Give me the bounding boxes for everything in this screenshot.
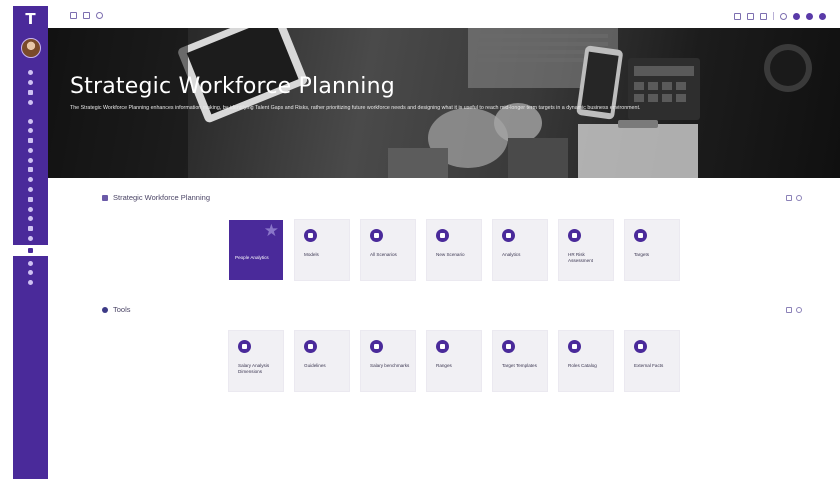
hero-background-image [48, 28, 812, 178]
tile-label: Guidelines [304, 363, 326, 368]
nav-grid-icon[interactable] [28, 89, 33, 95]
ranges-icon [436, 340, 449, 353]
page-title: Strategic Workforce Planning [70, 74, 395, 99]
tile-label: Roles Catalog [568, 363, 597, 368]
tile-label: People Analytics [235, 255, 269, 260]
nav-search-icon[interactable] [28, 147, 33, 153]
app-logo[interactable]: T [13, 6, 48, 32]
tile-models[interactable]: Models [295, 220, 349, 280]
hero-banner: Strategic Workforce Planning The Strateg… [48, 28, 840, 178]
dimensions-icon [238, 340, 251, 353]
nav-list-icon[interactable] [28, 226, 33, 232]
edit-icon[interactable] [786, 307, 792, 313]
tile-label: Salary benchmarks [370, 363, 410, 368]
benchmark-icon [370, 340, 383, 353]
tile-label: External Facts [634, 363, 664, 368]
nav-gear-icon[interactable] [28, 206, 33, 212]
page-description: The Strategic Workforce Planning enhance… [70, 105, 641, 111]
folder-icon [102, 194, 108, 201]
nav-item-active[interactable] [13, 245, 48, 257]
section-planning-title: Strategic Workforce Planning [113, 193, 210, 202]
models-icon [304, 229, 317, 242]
tile-salary-analysis-dimensions[interactable]: Salary Analysis Dimensions [229, 331, 283, 391]
home-icon[interactable] [83, 12, 90, 19]
nav-home-icon[interactable] [28, 70, 33, 76]
nav-info-icon[interactable] [28, 270, 33, 276]
tools-tiles: Salary Analysis Dimensions Guidelines Sa… [229, 331, 691, 391]
star-icon[interactable]: ★ [264, 223, 279, 240]
scenarios-icon [370, 229, 383, 242]
nav-target-icon[interactable] [28, 177, 33, 183]
section-tools-header: Tools [102, 305, 131, 314]
nav-pin-icon[interactable] [28, 216, 33, 222]
nav-help-icon[interactable] [28, 260, 33, 266]
user-menu-icon[interactable] [819, 12, 826, 20]
tile-analytics[interactable]: Analytics [493, 220, 547, 280]
search-icon[interactable] [796, 307, 802, 313]
template-icon [502, 340, 515, 353]
notification-icon[interactable] [96, 12, 103, 19]
tile-new-scenario[interactable]: New Scenario [427, 220, 481, 280]
refresh-icon[interactable] [780, 12, 787, 20]
edit-icon[interactable] [786, 195, 792, 201]
tile-targets[interactable]: Targets [625, 220, 679, 280]
tile-salary-benchmarks[interactable]: Salary benchmarks [361, 331, 415, 391]
share-icon[interactable] [760, 12, 767, 20]
toolbar-divider [773, 12, 774, 20]
tile-label: Salary Analysis Dimensions [238, 363, 270, 374]
tile-label: Targets [634, 252, 650, 257]
nav-team-icon[interactable] [28, 118, 33, 124]
section-tools-tools [786, 307, 802, 313]
tile-label: Analytics [502, 252, 521, 257]
tile-guidelines[interactable]: Guidelines [295, 331, 349, 391]
nav-doc-icon[interactable] [28, 138, 33, 144]
nav-bell-icon[interactable] [28, 235, 33, 241]
risk-icon [568, 229, 581, 242]
analytics-icon [502, 229, 515, 242]
help-icon[interactable] [793, 12, 800, 20]
nav-globe-icon[interactable] [28, 186, 33, 192]
search-icon[interactable] [796, 195, 802, 201]
settings-icon[interactable] [806, 12, 813, 20]
tile-people-analytics[interactable]: ★ People Analytics [229, 220, 283, 280]
guidelines-icon [304, 340, 317, 353]
plus-icon [436, 229, 449, 242]
section-tools-title: Tools [113, 305, 131, 314]
tile-target-templates[interactable]: Target Templates [493, 331, 547, 391]
nav-planning-icon [28, 248, 33, 254]
tile-hr-risk-assessment[interactable]: HR Risk Assessment [559, 220, 613, 280]
catalog-icon [568, 340, 581, 353]
section-planning-tools [786, 195, 802, 201]
nav-settings-icon[interactable] [28, 99, 33, 105]
nav-folder-icon[interactable] [28, 196, 33, 202]
topbar [48, 6, 840, 28]
tile-roles-catalog[interactable]: Roles Catalog [559, 331, 613, 391]
external-icon [634, 340, 647, 353]
tile-all-scenarios[interactable]: All Scenarios [361, 220, 415, 280]
nav-clock-icon[interactable] [28, 157, 33, 163]
tile-ranges[interactable]: Ranges [427, 331, 481, 391]
planning-tiles: ★ People Analytics Models All Scenarios … [229, 220, 691, 280]
nav-calendar-icon[interactable] [28, 167, 33, 173]
menu-icon[interactable] [70, 12, 77, 19]
tile-label: Ranges [436, 363, 452, 368]
tile-label: All Scenarios [370, 252, 397, 257]
tile-label: HR Risk Assessment [568, 252, 594, 263]
edit-icon[interactable] [734, 12, 741, 20]
nav-user-icon[interactable] [28, 80, 33, 86]
sidebar-nav [13, 68, 48, 288]
gear-icon [102, 306, 108, 313]
user-avatar[interactable] [20, 38, 41, 58]
tile-label: New Scenario [436, 252, 465, 257]
tile-label: Target Templates [502, 363, 537, 368]
section-planning-header: Strategic Workforce Planning [102, 193, 210, 202]
sidebar: T [13, 6, 48, 479]
target-icon [634, 229, 647, 242]
tile-external-facts[interactable]: External Facts [625, 331, 679, 391]
nav-chart-icon[interactable] [28, 128, 33, 134]
tile-label: Models [304, 252, 319, 257]
nav-share-icon[interactable] [28, 280, 33, 286]
pin-icon[interactable] [747, 12, 754, 20]
